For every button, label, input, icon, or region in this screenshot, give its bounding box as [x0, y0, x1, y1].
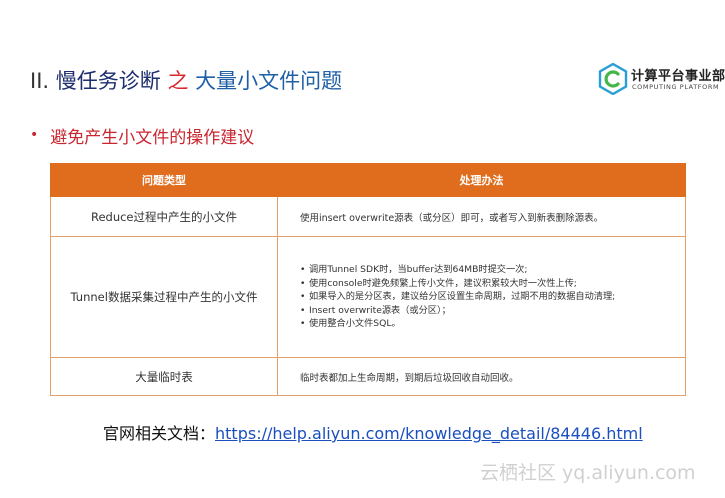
logo-text-english: COMPUTING PLATFORM: [632, 83, 720, 91]
bullet-dot-icon: •: [300, 277, 306, 289]
solution-list: • 调用Tunnel SDK时，当buffer达到64MB时提交一次; • 使用co…: [300, 263, 685, 331]
doc-link[interactable]: https://help.aliyun.com/knowledge_detail…: [215, 424, 643, 443]
header-solution: 处理办法: [277, 163, 686, 197]
list-item: • 使用整合小文件SQL。: [300, 318, 401, 330]
title-part-topic: 大量小文件问题: [195, 69, 343, 93]
table-row: 大量临时表 临时表都加上生命周期，到期后垃圾回收自动回收。: [50, 357, 686, 396]
list-item: • 如果导入的是分区表，建议给分区设置生命周期，过期不用的数据自动清理;: [300, 291, 616, 303]
header-problem-type: 问题类型: [50, 163, 278, 197]
list-item: • 使用console时避免频繁上传小文件，建议积累较大时一次性上传;: [300, 277, 577, 289]
bullet-dot-icon: •: [300, 291, 306, 303]
problem-type-cell: 大量临时表: [50, 357, 278, 396]
problem-type-cell: Reduce过程中产生的小文件: [50, 196, 278, 237]
computing-platform-logo: 计算平台事业部 COMPUTING PLATFORM: [598, 63, 725, 97]
bullet-dot-icon: •: [300, 264, 306, 276]
c-hexagon-logo-icon: [598, 63, 628, 95]
title-part-diagnosis: 慢任务诊断: [55, 69, 161, 93]
watermark: 云栖社区 yq.aliyun.com: [480, 462, 696, 484]
doc-label: 官网相关文档：: [103, 424, 216, 443]
doc-reference: 官网相关文档：https://help.aliyun.com/knowledge…: [103, 420, 643, 444]
solution-cell: • 调用Tunnel SDK时，当buffer达到64MB时提交一次; • 使用co…: [277, 236, 686, 358]
list-item: • 调用Tunnel SDK时，当buffer达到64MB时提交一次;: [300, 264, 528, 276]
bullet-dot-icon: •: [300, 318, 306, 330]
title-section-number: II.: [30, 69, 50, 93]
table-row: Tunnel数据采集过程中产生的小文件 • 调用Tunnel SDK时，当buff…: [50, 236, 686, 358]
section-bullet-text: 避免产生小文件的操作建议: [50, 127, 255, 148]
title-connector: 之: [167, 69, 189, 93]
problem-type-cell: Tunnel数据采集过程中产生的小文件: [50, 236, 278, 358]
section-bullet: • 避免产生小文件的操作建议: [30, 124, 255, 148]
solution-cell: 使用insert overwrite源表（或分区）即可，或者写入到新表删除源表。: [277, 196, 686, 237]
list-item: • Insert overwrite源表（或分区）；: [300, 304, 451, 316]
bullet-dot-icon: •: [30, 127, 39, 143]
bullet-dot-icon: •: [300, 304, 306, 316]
logo-text-chinese: 计算平台事业部: [631, 69, 725, 84]
table-row: Reduce过程中产生的小文件 使用insert overwrite源表（或分区…: [50, 196, 686, 237]
solution-cell: 临时表都加上生命周期，到期后垃圾回收自动回收。: [277, 357, 686, 396]
suggestion-table: 问题类型 处理办法 Reduce过程中产生的小文件 使用insert overw…: [50, 163, 686, 396]
slide-title: II. 慢任务诊断 之 大量小文件问题: [30, 66, 342, 96]
table-header-row: 问题类型 处理办法: [50, 163, 686, 197]
